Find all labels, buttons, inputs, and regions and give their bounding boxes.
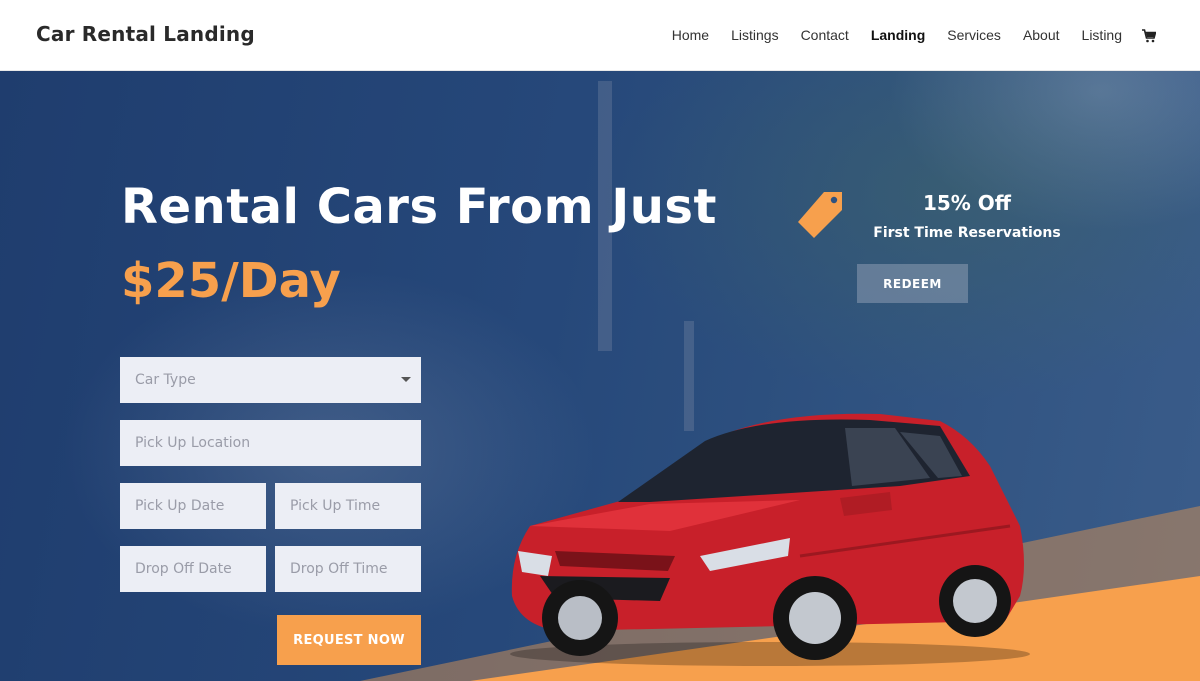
nav-listing[interactable]: Listing (1082, 27, 1122, 43)
pickup-time-placeholder: Pick Up Time (290, 498, 381, 514)
hero-section: Rental Cars From Just $25/Day Car Type P… (0, 71, 1200, 681)
pickup-time-input[interactable]: Pick Up Time (275, 483, 421, 529)
promo-subtitle: First Time Reservations (873, 225, 1061, 241)
dropdown-caret-icon (401, 377, 411, 382)
cart-icon[interactable] (1142, 28, 1157, 43)
car-type-label: Car Type (135, 372, 196, 388)
nav-contact[interactable]: Contact (801, 27, 849, 43)
nav-about[interactable]: About (1023, 27, 1060, 43)
hero-price: $25/Day (121, 253, 341, 309)
main-nav: Home Listings Contact Landing Services A… (650, 27, 1157, 43)
request-now-button[interactable]: REQUEST NOW (277, 615, 421, 665)
pickup-date-input[interactable]: Pick Up Date (120, 483, 266, 529)
pickup-location-input[interactable]: Pick Up Location (120, 420, 421, 466)
dropoff-time-placeholder: Drop Off Time (290, 561, 388, 577)
price-tag-icon (798, 192, 842, 238)
site-brand[interactable]: Car Rental Landing (36, 22, 255, 46)
site-header: Car Rental Landing Home Listings Contact… (0, 0, 1200, 71)
dropoff-date-placeholder: Drop Off Date (135, 561, 232, 577)
dropoff-date-input[interactable]: Drop Off Date (120, 546, 266, 592)
redeem-button[interactable]: REDEEM (857, 264, 968, 303)
pickup-date-placeholder: Pick Up Date (135, 498, 225, 514)
hero-headline: Rental Cars From Just (121, 179, 717, 235)
promo-title: 15% Off (922, 191, 1012, 215)
red-sedan-image (510, 413, 1030, 666)
nav-home[interactable]: Home (672, 27, 709, 43)
nav-services[interactable]: Services (947, 27, 1001, 43)
car-type-select[interactable]: Car Type (120, 357, 421, 403)
pickup-location-placeholder: Pick Up Location (135, 435, 251, 451)
dropoff-time-input[interactable]: Drop Off Time (275, 546, 421, 592)
nav-landing[interactable]: Landing (871, 27, 925, 43)
nav-listings[interactable]: Listings (731, 27, 778, 43)
